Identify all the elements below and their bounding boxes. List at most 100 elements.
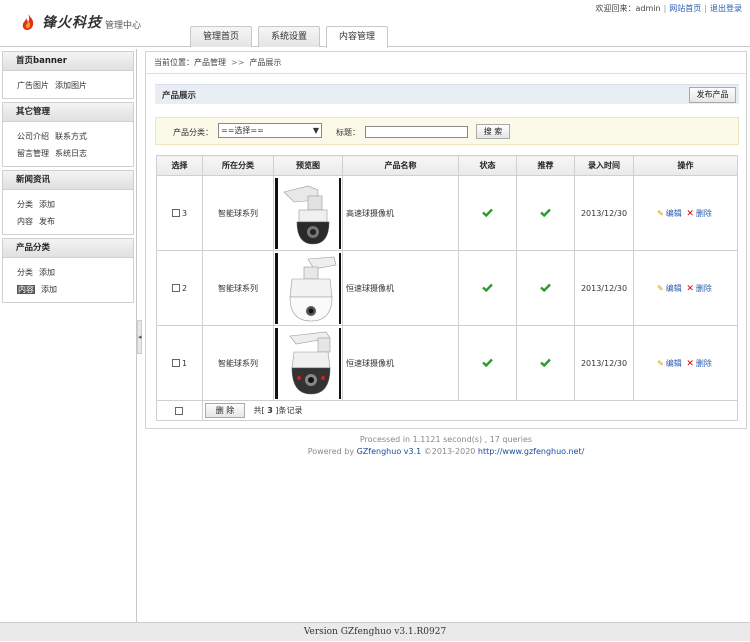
row-actions: ✎ 编辑 ✕ 删除 [633,175,738,251]
brand-name: 锋火科技 [42,15,102,31]
row-checkbox[interactable] [171,359,180,367]
breadcrumb-product-management[interactable]: 产品管理 [194,58,226,67]
product-thumbnail[interactable] [275,252,341,324]
sidebar-item-product-content[interactable]: 内容 [17,285,35,294]
sidebar-item-product-category[interactable]: 分类 [17,268,33,277]
column-header-recommend: 推荐 [516,155,575,176]
tab-content-management[interactable]: 内容管理 [326,26,389,48]
check-icon [540,208,551,217]
category-select[interactable]: ==选择== ▼ [218,123,322,138]
sidebar-item-news-category-add[interactable]: 添加 [39,200,55,209]
publish-product-button[interactable]: 发布产品 [689,87,736,103]
row-product-name: 高速球摄像机 [342,175,459,251]
row-category: 智能球系列 [202,175,274,251]
sidebar-item-add-image[interactable]: 添加图片 [55,81,87,90]
sidebar-item-messages[interactable]: 留言管理 [17,149,49,158]
check-icon [482,208,493,217]
column-header-category: 所在分类 [202,155,274,176]
row-category: 智能球系列 [202,250,274,326]
sidebar-item-product-category-add[interactable]: 添加 [39,268,55,277]
check-icon [540,283,551,292]
bulk-delete-button[interactable]: 删 除 [205,403,245,418]
site-url-link[interactable]: http://www.gzfenghuo.net/ [478,447,584,456]
pencil-icon: ✎ [657,283,664,293]
dome-camera-icon [278,252,339,324]
delete-link[interactable]: 删除 [696,359,712,368]
table-row: 3 智能球系列 高速球摄像机 2013/12/30 ✎ 编辑 ✕ 删除 [156,175,738,251]
chevron-down-icon: ▼ [312,126,319,135]
page-stats: Processed in 1.1121 second(s) , 17 queri… [145,434,747,458]
pencil-icon: ✎ [657,358,664,368]
processed-info: Processed in 1.1121 second(s) , 17 queri… [359,435,533,444]
breadcrumb: 当前位置：产品管理 >> 产品展示 [146,52,746,74]
sidebar-item-system-log[interactable]: 系统日志 [55,149,87,158]
delete-icon: ✕ [686,358,694,369]
tab-system-settings[interactable]: 系统设置 [258,26,321,47]
delete-link[interactable]: 删除 [696,209,712,218]
row-actions: ✎ 编辑 ✕ 删除 [633,325,738,401]
column-header-name: 产品名称 [342,155,459,176]
site-home-link[interactable]: 网站首页 [669,4,701,13]
sidebar-item-company-intro[interactable]: 公司介绍 [17,132,49,141]
main-tabs: 管理首页 系统设置 内容管理 [190,26,394,48]
product-thumbnail[interactable] [275,177,341,249]
breadcrumb-separator: >> [231,58,245,67]
welcome-text: 欢迎回来：admin [595,4,661,13]
table-header-row: 选择 所在分类 预览图 产品名称 状态 推荐 录入时间 操作 [156,155,738,176]
sidebar-group-news: 新闻资讯 分类 添加 内容 发布 [2,170,134,235]
table-footer-row: 删 除 共[ 3 ]条记录 [156,400,738,421]
sidebar-group-products: 产品分类 分类 添加 内容 添加 [2,238,134,303]
dome-camera-icon [278,177,339,249]
sidebar-group-banner: 首页banner 广告图片 添加图片 [2,51,134,99]
sidebar-group-title[interactable]: 其它管理 [3,103,133,122]
sidebar-group-title[interactable]: 新闻资讯 [3,171,133,190]
logout-link[interactable]: 退出登录 [710,4,742,13]
check-icon [540,358,551,367]
sidebar-collapse-handle[interactable]: ◂ [137,320,142,354]
sidebar-group-other: 其它管理 公司介绍 联系方式 留言管理 系统日志 [2,102,134,167]
top-links: 欢迎回来：admin | 网站首页 | 退出登录 [595,4,742,13]
flame-icon [22,14,34,30]
row-checkbox[interactable] [171,209,180,217]
logo: 锋火科技 管理中心 [18,10,141,34]
sidebar-item-ad-images[interactable]: 广告图片 [17,81,49,90]
row-product-name: 恒速球摄像机 [342,325,459,401]
sidebar-item-news-content[interactable]: 内容 [17,217,33,226]
row-date: 2013/12/30 [574,325,634,401]
category-label: 产品分类： [173,128,213,137]
row-checkbox[interactable] [171,284,180,292]
product-thumbnail[interactable] [275,327,341,399]
sidebar-item-news-publish[interactable]: 发布 [39,217,55,226]
sidebar-item-product-add[interactable]: 添加 [41,285,57,294]
sidebar-group-title[interactable]: 产品分类 [3,239,133,258]
row-category: 智能球系列 [202,325,274,401]
edit-link[interactable]: 编辑 [666,359,682,368]
edit-link[interactable]: 编辑 [666,209,682,218]
column-header-preview: 预览图 [273,155,343,176]
delete-icon: ✕ [686,283,694,294]
sidebar-group-title[interactable]: 首页banner [3,52,133,71]
delete-link[interactable]: 删除 [696,284,712,293]
search-button[interactable]: 搜 索 [476,124,510,139]
row-id: 1 [181,358,188,368]
check-icon [482,358,493,367]
sidebar-item-news-category[interactable]: 分类 [17,200,33,209]
title-search-input[interactable] [365,126,468,138]
category-select-value: ==选择== [221,126,264,135]
sidebar: 首页banner 广告图片 添加图片 其它管理 公司介绍 联系方式 留言管理 系统日志… [0,49,137,623]
check-icon [482,283,493,292]
app-header: 锋火科技 管理中心 欢迎回来：admin | 网站首页 | 退出登录 管理首页 系统设置… [0,0,750,48]
row-id: 3 [181,208,188,218]
column-header-actions: 操作 [633,155,738,176]
tab-admin-home[interactable]: 管理首页 [190,26,253,47]
search-bar: 产品分类： ==选择== ▼ 标题： 搜 索 [155,117,739,145]
dome-camera-icon [278,327,339,399]
row-actions: ✎ 编辑 ✕ 删除 [633,250,738,326]
edit-link[interactable]: 编辑 [666,284,682,293]
breadcrumb-product-display: 产品展示 [249,58,282,67]
column-header-status: 状态 [458,155,517,176]
row-date: 2013/12/30 [574,250,634,326]
title-label: 标题： [336,128,360,137]
select-all-checkbox[interactable] [174,406,183,415]
sidebar-item-contact[interactable]: 联系方式 [55,132,87,141]
